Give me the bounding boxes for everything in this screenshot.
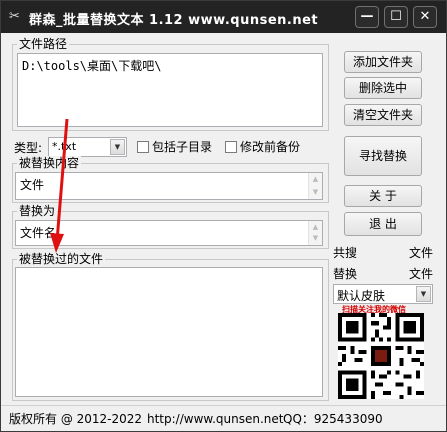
path-value: D:\tools\桌面\下载吧\ [22, 59, 162, 73]
find-group-label: 被替换内容 [17, 156, 82, 170]
path-group-label: 文件路径 [17, 37, 70, 51]
type-label: 类型: [14, 141, 43, 155]
close-button[interactable]: ✕ [413, 6, 437, 28]
skin-value: 默认皮肤 [337, 289, 386, 303]
total-searched-label: 共搜 [333, 246, 358, 260]
about-button[interactable]: 关 于 [344, 185, 422, 207]
chevron-down-icon[interactable]: ▼ [416, 286, 431, 302]
replaced-files-list[interactable] [15, 267, 323, 397]
chevron-down-icon[interactable]: ▼ [110, 139, 125, 155]
title-bar[interactable]: ✂ 群森_批量替换文本 1.12 www.qunsen.net — ☐ ✕ [1, 1, 446, 33]
replace-group-label: 替换为 [17, 204, 58, 218]
wechat-qr-code [338, 313, 424, 399]
skin-combobox[interactable]: 默认皮肤 ▼ [333, 284, 433, 304]
exit-button[interactable]: 退 出 [344, 212, 422, 236]
replaced-files-group: 被替换过的文件 [12, 252, 329, 401]
backup-checkbox[interactable] [225, 141, 237, 153]
qr-image [338, 313, 424, 399]
copyright-text: 版权所有 @ 2012-2022 [9, 412, 143, 426]
status-bar: 版权所有 @ 2012-2022 http://www.qunsen.net Q… [1, 405, 446, 431]
delete-selected-button[interactable]: 删除选中 [344, 77, 422, 99]
type-combobox[interactable]: *.txt ▼ [48, 137, 127, 157]
include-subdirs-label[interactable]: 包括子目录 [152, 140, 212, 154]
include-subdirs-checkbox[interactable] [137, 141, 149, 153]
replace-value: 文件名 [20, 226, 57, 240]
type-value: *.txt [52, 140, 77, 153]
window-title: 群森_批量替换文本 1.12 www.qunsen.net [29, 13, 319, 28]
website-link[interactable]: http://www.qunsen.net [147, 412, 284, 426]
app-window: ✂ 群森_批量替换文本 1.12 www.qunsen.net — ☐ ✕ 文件… [0, 0, 447, 432]
replace-group: 替换为 文件名 ▲ ▼ [12, 204, 329, 249]
find-group: 被替换内容 文件 ▲ ▼ [12, 156, 329, 203]
minimize-button[interactable]: — [355, 6, 379, 28]
find-replace-button[interactable]: 寻找替换 [344, 136, 422, 176]
replaced-count-label: 替换 [333, 267, 358, 281]
total-searched-unit: 文件 [409, 246, 434, 260]
maximize-button[interactable]: ☐ [384, 6, 408, 28]
tools-icon: ✂ [9, 9, 20, 24]
replaced-files-label: 被替换过的文件 [17, 252, 106, 266]
add-folder-button[interactable]: 添加文件夹 [344, 51, 422, 73]
find-value: 文件 [20, 178, 45, 192]
path-group: 文件路径 D:\tools\桌面\下载吧\ [12, 37, 329, 131]
qq-number: QQ：925433090 [283, 412, 383, 426]
clear-folders-button[interactable]: 清空文件夹 [344, 104, 422, 126]
find-input[interactable]: 文件 ▲ ▼ [15, 172, 323, 200]
backup-label[interactable]: 修改前备份 [240, 140, 300, 154]
replace-scrollbar[interactable]: ▲ ▼ [308, 221, 322, 245]
path-list[interactable]: D:\tools\桌面\下载吧\ [17, 53, 323, 127]
replace-input[interactable]: 文件名 ▲ ▼ [15, 220, 323, 246]
find-scrollbar[interactable]: ▲ ▼ [308, 173, 322, 199]
replaced-count-unit: 文件 [409, 267, 434, 281]
